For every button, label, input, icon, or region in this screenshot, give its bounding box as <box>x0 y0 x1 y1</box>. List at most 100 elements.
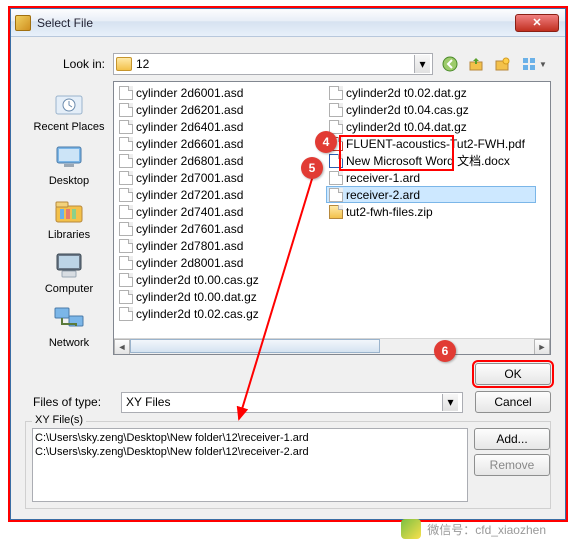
libraries-icon <box>51 195 87 227</box>
file-icon <box>119 171 133 185</box>
scroll-thumb[interactable] <box>130 339 380 353</box>
xy-file-path[interactable]: C:\Users\sky.zeng\Desktop\New folder\12\… <box>35 445 465 459</box>
new-folder-button[interactable] <box>491 53 513 75</box>
file-item[interactable]: cylinder 2d7601.asd <box>116 220 326 237</box>
file-item[interactable]: New Microsoft Word 文档.docx <box>326 152 536 169</box>
xy-file-path[interactable]: C:\Users\sky.zeng\Desktop\New folder\12\… <box>35 431 465 445</box>
xy-files-list[interactable]: C:\Users\sky.zeng\Desktop\New folder\12\… <box>32 428 468 502</box>
place-label: Recent Places <box>34 121 105 133</box>
select-file-dialog: Select File ✕ Look in: 12 ▾ ▼ Recent Pla… <box>10 8 566 520</box>
places-computer[interactable]: Computer <box>27 245 111 299</box>
recent-places-icon <box>51 87 87 119</box>
file-item[interactable]: FLUENT-acoustics-Tut2-FWH.pdf <box>326 135 536 152</box>
file-icon <box>119 137 133 151</box>
chevron-down-icon[interactable]: ▾ <box>414 55 430 73</box>
scroll-right-button[interactable]: ► <box>534 339 550 355</box>
file-item[interactable]: cylinder 2d6001.asd <box>116 84 326 101</box>
up-one-level-button[interactable] <box>465 53 487 75</box>
file-item[interactable]: cylinder2d t0.02.cas.gz <box>116 305 326 322</box>
folder-icon <box>116 57 132 71</box>
file-name: cylinder 2d7801.asd <box>136 239 243 253</box>
file-name: cylinder 2d8001.asd <box>136 256 243 270</box>
file-item[interactable]: cylinder2d t0.04.dat.gz <box>326 118 536 135</box>
file-icon <box>329 205 343 219</box>
app-icon <box>15 15 31 31</box>
computer-icon <box>51 249 87 281</box>
place-label: Libraries <box>48 229 90 241</box>
file-icon <box>119 205 133 219</box>
file-name: cylinder 2d6401.asd <box>136 120 243 134</box>
file-item[interactable]: receiver-2.ard <box>326 186 536 203</box>
file-item[interactable]: cylinder 2d7001.asd <box>116 169 326 186</box>
file-icon <box>119 290 133 304</box>
horizontal-scrollbar[interactable]: ◄ ► <box>114 338 550 354</box>
places-desktop[interactable]: Desktop <box>27 137 111 191</box>
places-bar: Recent Places Desktop Libraries Computer… <box>25 81 113 355</box>
add-button[interactable]: Add... <box>474 428 550 450</box>
place-label: Network <box>49 337 89 349</box>
lookin-toolbar: ▼ <box>439 53 551 75</box>
file-item[interactable]: cylinder 2d7801.asd <box>116 237 326 254</box>
cancel-button[interactable]: Cancel <box>475 391 551 413</box>
chevron-down-icon: ▼ <box>539 60 547 69</box>
file-item[interactable]: cylinder 2d7401.asd <box>116 203 326 220</box>
file-name: cylinder 2d7201.asd <box>136 188 243 202</box>
chevron-down-icon[interactable]: ▾ <box>442 394 458 411</box>
file-item[interactable]: tut2-fwh-files.zip <box>326 203 536 220</box>
file-name: cylinder 2d6601.asd <box>136 137 243 151</box>
file-icon <box>119 188 133 202</box>
file-item[interactable]: cylinder 2d6401.asd <box>116 118 326 135</box>
files-of-type-combo[interactable]: XY Files ▾ <box>121 392 463 413</box>
views-button[interactable]: ▼ <box>517 53 551 75</box>
file-item[interactable]: cylinder2d t0.00.cas.gz <box>116 271 326 288</box>
titlebar-title: Select File <box>37 16 515 30</box>
file-icon <box>119 103 133 117</box>
file-item[interactable]: cylinder2d t0.02.dat.gz <box>326 84 536 101</box>
file-item[interactable]: cylinder 2d6201.asd <box>116 101 326 118</box>
file-name: receiver-2.ard <box>346 188 420 202</box>
lookin-value: 12 <box>136 57 414 71</box>
scroll-left-button[interactable]: ◄ <box>114 339 130 355</box>
file-name: cylinder 2d7601.asd <box>136 222 243 236</box>
file-name: cylinder 2d6001.asd <box>136 86 243 100</box>
file-name: cylinder2d t0.02.dat.gz <box>346 86 467 100</box>
file-icon <box>329 154 343 168</box>
file-list[interactable]: cylinder 2d6001.asd cylinder 2d6201.asd cy… <box>113 81 551 355</box>
file-name: cylinder2d t0.02.cas.gz <box>136 307 259 321</box>
places-libraries[interactable]: Libraries <box>27 191 111 245</box>
file-icon <box>329 171 343 185</box>
desktop-icon <box>51 141 87 173</box>
file-icon <box>119 239 133 253</box>
xy-files-group: XY File(s) C:\Users\sky.zeng\Desktop\New… <box>25 421 551 509</box>
file-name: cylinder2d t0.04.dat.gz <box>346 120 467 134</box>
file-item[interactable]: cylinder2d t0.00.dat.gz <box>116 288 326 305</box>
close-button[interactable]: ✕ <box>515 14 559 32</box>
file-item[interactable]: cylinder 2d7201.asd <box>116 186 326 203</box>
file-icon <box>329 103 343 117</box>
file-icon <box>119 86 133 100</box>
titlebar: Select File ✕ <box>11 9 565 37</box>
callout-5: 5 <box>301 157 323 179</box>
file-icon <box>119 222 133 236</box>
lookin-combo[interactable]: 12 ▾ <box>113 53 433 75</box>
file-name: cylinder2d t0.04.cas.gz <box>346 103 469 117</box>
ok-button[interactable]: OK <box>475 363 551 385</box>
watermark: 微信号：cfd_xiaozhen <box>401 519 546 539</box>
file-name: cylinder 2d6801.asd <box>136 154 243 168</box>
file-item[interactable]: cylinder 2d8001.asd <box>116 254 326 271</box>
files-of-type-value: XY Files <box>126 395 170 409</box>
back-button[interactable] <box>439 53 461 75</box>
file-item[interactable]: cylinder 2d6801.asd <box>116 152 326 169</box>
file-name: cylinder 2d6201.asd <box>136 103 243 117</box>
network-icon <box>51 303 87 335</box>
file-name: cylinder 2d7401.asd <box>136 205 243 219</box>
remove-button[interactable]: Remove <box>474 454 550 476</box>
lookin-label: Look in: <box>25 57 113 71</box>
places-recent[interactable]: Recent Places <box>27 83 111 137</box>
file-item[interactable]: cylinder 2d6601.asd <box>116 135 326 152</box>
file-item[interactable]: cylinder2d t0.04.cas.gz <box>326 101 536 118</box>
places-network[interactable]: Network <box>27 299 111 353</box>
wechat-icon <box>401 519 421 539</box>
file-item[interactable]: receiver-1.ard <box>326 169 536 186</box>
callout-4: 4 <box>315 131 337 153</box>
